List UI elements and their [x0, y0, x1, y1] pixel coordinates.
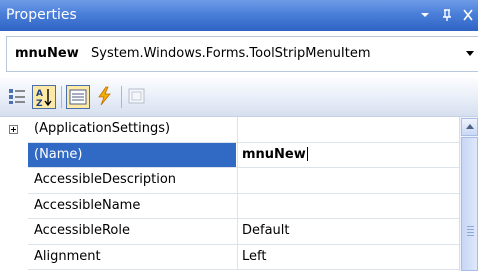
close-button[interactable] — [459, 5, 477, 25]
property-name: (ApplicationSettings) — [34, 121, 171, 136]
toolbar-separator — [121, 86, 122, 108]
property-pages-button[interactable] — [126, 85, 150, 109]
property-name: AccessibleRole — [34, 223, 130, 238]
lightning-icon — [98, 86, 111, 106]
property-value[interactable]: Default — [237, 219, 459, 244]
property-value-editor[interactable]: mnuNew — [237, 142, 459, 167]
grip-line — [467, 226, 474, 227]
vertical-scrollbar[interactable] — [459, 117, 478, 271]
property-row-selected[interactable]: (Name) mnuNew — [28, 142, 459, 168]
property-grid: (ApplicationSettings) (Name) mnuNew Acce… — [0, 117, 478, 271]
property-value[interactable] — [237, 168, 459, 193]
object-name: mnuNew — [15, 46, 79, 61]
properties-titlebar: Properties — [0, 0, 478, 31]
scroll-thumb[interactable] — [461, 137, 478, 271]
properties-toolbar: A Z — [0, 78, 478, 117]
toolbar-separator — [61, 86, 62, 108]
property-name: AccessibleDescription — [34, 172, 177, 187]
window-title: Properties — [6, 7, 77, 23]
pin-icon — [443, 9, 451, 21]
alphabetical-button[interactable]: A Z — [32, 85, 56, 109]
expand-plus-icon[interactable] — [9, 125, 18, 134]
categorized-button[interactable] — [6, 85, 30, 109]
properties-button[interactable] — [66, 85, 90, 109]
text-caret — [306, 147, 308, 161]
chevron-down-icon — [421, 13, 429, 17]
property-name: (Name) — [28, 142, 236, 167]
scroll-up-button[interactable] — [461, 118, 478, 136]
object-selector[interactable]: mnuNew System.Windows.Forms.ToolStripMen… — [6, 36, 478, 72]
sort-az-icon: A Z — [36, 89, 52, 109]
events-button[interactable] — [93, 85, 117, 109]
property-value[interactable]: Left — [237, 244, 459, 269]
property-value[interactable] — [237, 117, 459, 142]
properties-icon — [69, 89, 87, 105]
pin-button[interactable] — [438, 5, 456, 25]
grip-line — [467, 232, 474, 233]
grid-gutter — [0, 117, 28, 271]
close-icon — [463, 9, 473, 21]
window-menu-button[interactable] — [416, 5, 434, 25]
svg-text:Z: Z — [36, 99, 43, 108]
property-value[interactable] — [237, 193, 459, 218]
property-row[interactable]: Alignment Left — [28, 244, 459, 270]
property-row[interactable]: AccessibleDescription — [28, 168, 459, 194]
property-name: Alignment — [34, 248, 101, 264]
grip-line — [467, 235, 474, 236]
chevron-down-icon[interactable] — [466, 51, 474, 56]
property-row[interactable]: (ApplicationSettings) — [28, 117, 459, 143]
property-name: AccessibleName — [34, 197, 141, 213]
svg-text:A: A — [36, 89, 43, 99]
property-row[interactable]: AccessibleName — [28, 193, 459, 219]
categorized-icon — [9, 89, 25, 104]
property-pages-icon — [128, 88, 145, 104]
property-rows: (ApplicationSettings) (Name) mnuNew Acce… — [28, 117, 459, 270]
property-value-text[interactable]: mnuNew — [242, 147, 306, 162]
grip-line — [467, 229, 474, 230]
property-row[interactable]: AccessibleRole Default — [28, 219, 459, 245]
object-type: System.Windows.Forms.ToolStripMenuItem — [91, 46, 371, 61]
